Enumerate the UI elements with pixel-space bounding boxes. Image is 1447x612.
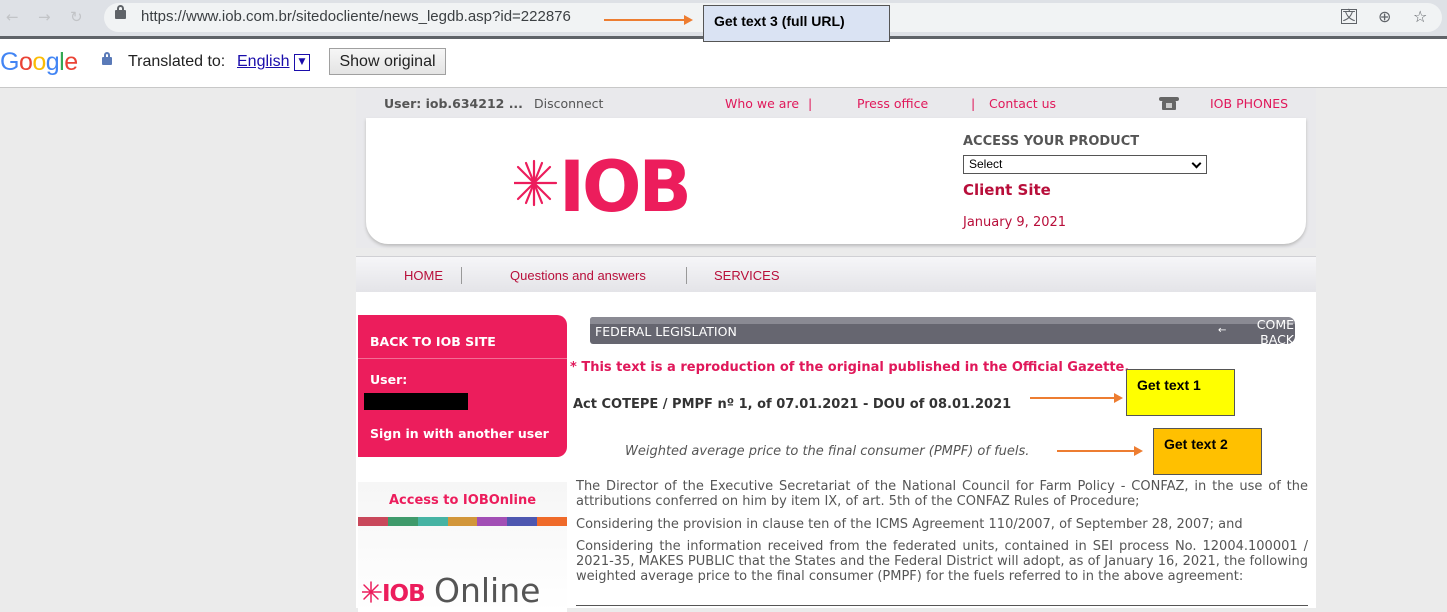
color-strip-segment (387, 517, 418, 526)
logo-letter: o (32, 48, 46, 76)
site-header: User: iob.634212 ... Disconnect Who we a… (356, 88, 1316, 248)
paragraph: The Director of the Executive Secretaria… (576, 479, 1308, 509)
zoom-icon[interactable]: ⊕ (1378, 7, 1391, 26)
phone-icon (1159, 97, 1179, 110)
logo-letter: o (18, 48, 33, 76)
color-strip-segment (358, 517, 388, 526)
logo-text: IOB (559, 148, 689, 218)
language-link[interactable]: English (237, 53, 289, 71)
annotation-arrow-2 (1057, 450, 1134, 452)
translate-icon[interactable]: 文 (1341, 9, 1357, 24)
product-select[interactable]: Select (963, 155, 1207, 174)
arrowhead-icon (1114, 393, 1123, 403)
press-office-link[interactable]: Press office (857, 96, 928, 111)
logo-letter: e (64, 48, 78, 76)
annotation-text1: Get text 1 (1126, 369, 1235, 416)
user-strip: User: iob.634212 ... Disconnect Who we a… (356, 88, 1316, 118)
content-divider (576, 605, 1308, 606)
color-strip-segment (447, 517, 478, 526)
logo-brand: IOB (382, 581, 425, 607)
logo-word: Online (434, 571, 540, 608)
color-strip-segment (537, 517, 568, 526)
arrowhead-icon (684, 15, 693, 25)
redacted-username (364, 393, 468, 410)
arrowhead-icon (1134, 446, 1143, 456)
sign-in-another-link[interactable]: Sign in with another user (370, 426, 549, 441)
menu-item-questions[interactable]: Questions and answers (510, 268, 646, 283)
iobonline-panel[interactable]: Access to IOBOnline IOB Online (358, 482, 568, 612)
annotation-arrow-3 (604, 19, 684, 21)
section-title: FEDERAL LEGISLATION (595, 324, 737, 339)
url-text[interactable]: https://www.iob.com.br/sitedocliente/new… (141, 8, 571, 25)
reload-icon[interactable]: ↻ (70, 8, 83, 26)
separator: | (808, 96, 813, 111)
google-logo: Google (0, 48, 78, 77)
translated-to-label: Translated to: (128, 53, 226, 70)
act-subtitle: Weighted average price to the final cons… (625, 444, 1030, 459)
client-site-title: Client Site (963, 181, 1051, 199)
translate-bar: Google Translated to: English ▼ Show ori… (0, 39, 1447, 88)
access-product-label: ACCESS YOUR PRODUCT (963, 134, 1140, 149)
user-panel: BACK TO IOB SITE User: Sign in with anot… (358, 315, 567, 457)
menu-divider (686, 267, 687, 284)
disconnect-link[interactable]: Disconnect (534, 96, 603, 111)
color-strip-segment (477, 517, 508, 526)
annotation-text2: Get text 2 (1153, 428, 1262, 475)
show-original-button[interactable]: Show original (329, 48, 446, 75)
logo-letter: g (45, 48, 60, 76)
who-we-are-link[interactable]: Who we are (725, 96, 799, 111)
header-card: IOB ACCESS YOUR PRODUCT Select Client Si… (366, 118, 1306, 244)
color-strip-segment (507, 517, 538, 526)
contact-us-link[interactable]: Contact us (989, 96, 1056, 111)
menu-item-services[interactable]: SERVICES (714, 268, 780, 283)
menu-item-home[interactable]: HOME (404, 268, 443, 283)
product-select-value: Select (969, 157, 1003, 171)
paragraph: Considering the information received fro… (576, 539, 1308, 584)
back-arrow-icon[interactable]: ← (6, 8, 19, 26)
current-date: January 9, 2021 (963, 215, 1067, 230)
color-strip-segment (417, 517, 448, 526)
arrow-left-icon[interactable]: ← (1218, 325, 1226, 336)
come-back-link[interactable]: COME BACK (1244, 317, 1294, 347)
color-strip (358, 517, 568, 526)
logo-letter: G (0, 48, 19, 76)
separator: | (971, 96, 976, 111)
user-label: User: (370, 372, 408, 387)
lock-icon (102, 52, 112, 65)
bookmark-star-icon[interactable]: ☆ (1413, 7, 1427, 26)
reproduction-note: * This text is a reproduction of the ori… (570, 360, 1130, 375)
chevron-down-icon (1191, 158, 1202, 169)
back-to-site-link[interactable]: BACK TO IOB SITE (370, 334, 496, 349)
main-menu: HOME Questions and answers SERVICES (356, 256, 1316, 292)
iobonline-logo[interactable]: IOB Online (362, 568, 562, 608)
annotation-text3: Get text 3 (full URL) (703, 5, 890, 42)
paragraph: Considering the provision in clause ten … (576, 517, 1243, 532)
menu-divider (461, 267, 462, 284)
section-header-bar: FEDERAL LEGISLATION ← COME BACK (590, 317, 1295, 347)
language-dropdown-icon[interactable]: ▼ (294, 54, 310, 71)
iob-logo[interactable]: IOB (514, 148, 704, 218)
act-title: Act COTEPE / PMPF nº 1, of 07.01.2021 - … (573, 397, 1012, 412)
iob-phones-link[interactable]: IOB PHONES (1210, 96, 1288, 111)
annotation-arrow-1 (1030, 397, 1115, 399)
user-label: User: iob.634212 ... (384, 96, 523, 111)
forward-arrow-icon[interactable]: → (38, 8, 51, 26)
back-to-site-row: BACK TO IOB SITE (358, 315, 567, 359)
iobonline-title[interactable]: Access to IOBOnline (358, 493, 567, 508)
lock-icon (115, 5, 126, 19)
